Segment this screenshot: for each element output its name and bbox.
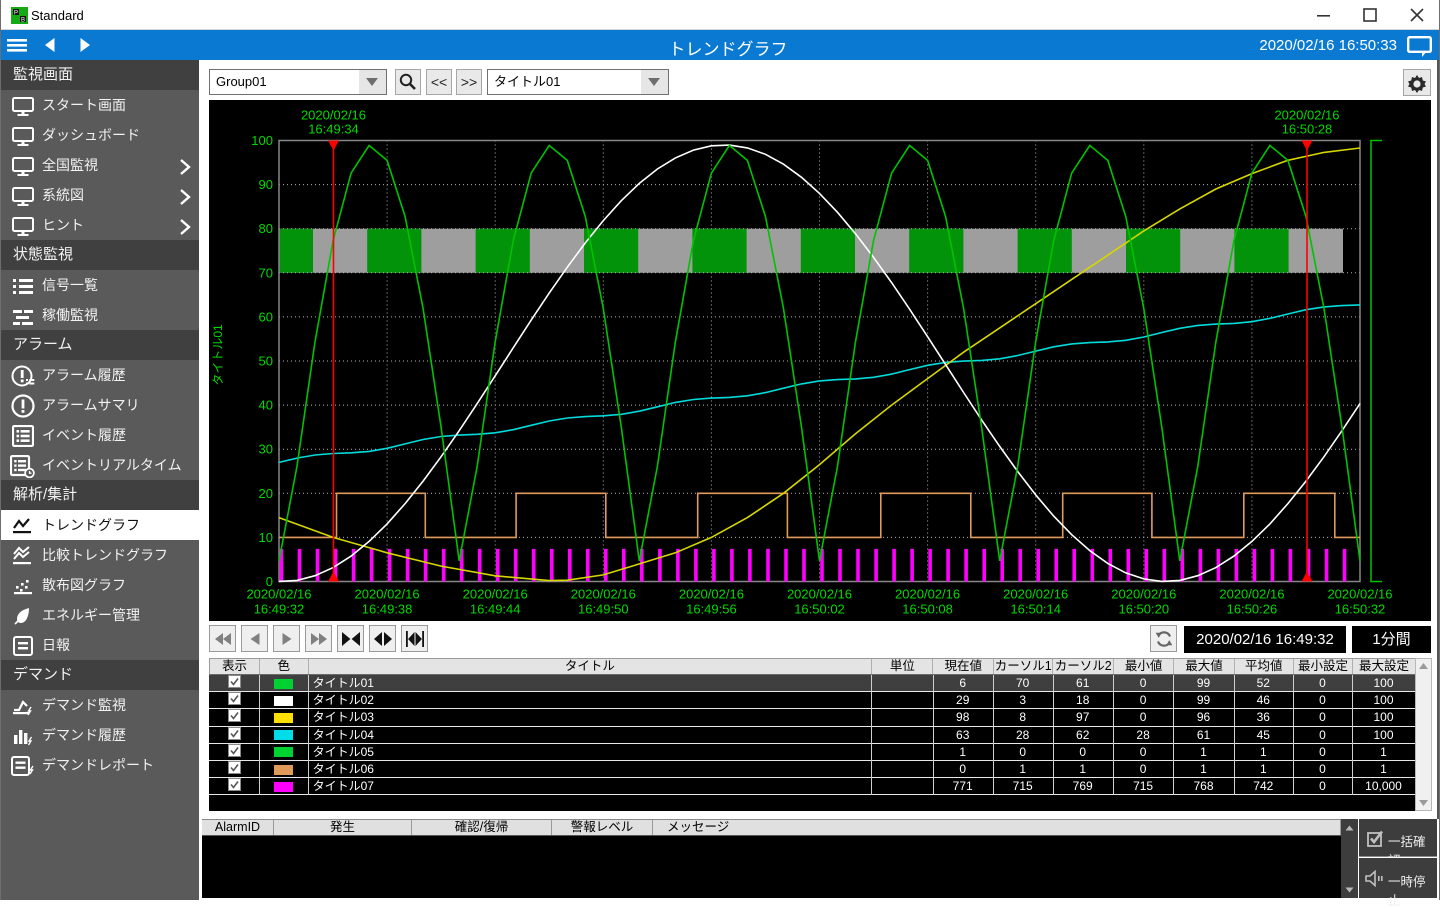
svg-text:2020/02/16: 2020/02/16 — [1219, 587, 1284, 602]
svg-text:2020/02/16: 2020/02/16 — [571, 587, 636, 602]
svg-text:2020/02/16: 2020/02/16 — [246, 587, 311, 602]
svg-text:2020/02/16: 2020/02/16 — [1274, 108, 1339, 123]
svg-text:2020/02/16: 2020/02/16 — [895, 587, 960, 602]
svg-text:40: 40 — [259, 398, 273, 413]
svg-text:20: 20 — [259, 486, 273, 501]
svg-text:16:50:08: 16:50:08 — [902, 602, 953, 617]
svg-text:16:49:44: 16:49:44 — [470, 602, 521, 617]
svg-text:16:50:26: 16:50:26 — [1227, 602, 1278, 617]
svg-text:16:50:28: 16:50:28 — [1282, 122, 1333, 137]
svg-text:16:49:56: 16:49:56 — [686, 602, 737, 617]
svg-text:16:49:32: 16:49:32 — [254, 602, 305, 617]
svg-text:B: B — [21, 18, 25, 24]
svg-text:16:50:02: 16:50:02 — [794, 602, 845, 617]
svg-text:70: 70 — [259, 265, 273, 280]
svg-text:2020/02/16: 2020/02/16 — [1327, 587, 1392, 602]
svg-text:60: 60 — [259, 309, 273, 324]
svg-text:16:50:20: 16:50:20 — [1118, 602, 1169, 617]
svg-text:2020/02/16: 2020/02/16 — [1111, 587, 1176, 602]
svg-text:2020/02/16: 2020/02/16 — [679, 587, 744, 602]
svg-text:16:49:50: 16:49:50 — [578, 602, 629, 617]
svg-text:2020/02/16: 2020/02/16 — [787, 587, 852, 602]
svg-text:2020/02/16: 2020/02/16 — [355, 587, 420, 602]
svg-text:16:49:38: 16:49:38 — [362, 602, 413, 617]
svg-text:2020/02/16: 2020/02/16 — [1003, 587, 1068, 602]
svg-text:50: 50 — [259, 354, 273, 369]
svg-text:30: 30 — [259, 442, 273, 457]
svg-text:2020/02/16: 2020/02/16 — [463, 587, 528, 602]
svg-text:90: 90 — [259, 177, 273, 192]
svg-text:2020/02/16: 2020/02/16 — [301, 108, 366, 123]
svg-text:タイトル01: タイトル01 — [211, 324, 225, 386]
svg-text:100: 100 — [251, 133, 273, 148]
svg-text:P: P — [14, 11, 18, 17]
svg-text:16:50:32: 16:50:32 — [1335, 602, 1386, 617]
svg-text:16:49:34: 16:49:34 — [308, 122, 359, 137]
svg-text:10: 10 — [259, 530, 273, 545]
svg-text:16:50:14: 16:50:14 — [1010, 602, 1061, 617]
svg-text:80: 80 — [259, 221, 273, 236]
